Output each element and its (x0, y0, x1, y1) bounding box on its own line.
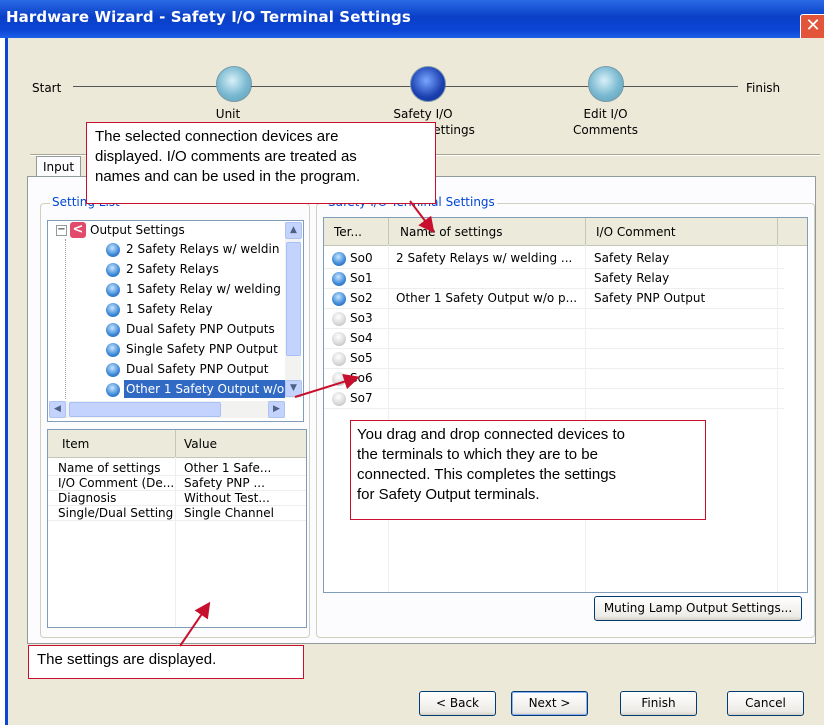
arrow-to-name-column (409, 200, 435, 234)
arrow-drag-to-terminal (294, 373, 360, 398)
annotation-arrows (179, 200, 435, 647)
hardware-wizard-window: Hardware Wizard - Safety I/O Terminal Se… (0, 0, 824, 725)
arrow-to-properties (179, 601, 211, 647)
